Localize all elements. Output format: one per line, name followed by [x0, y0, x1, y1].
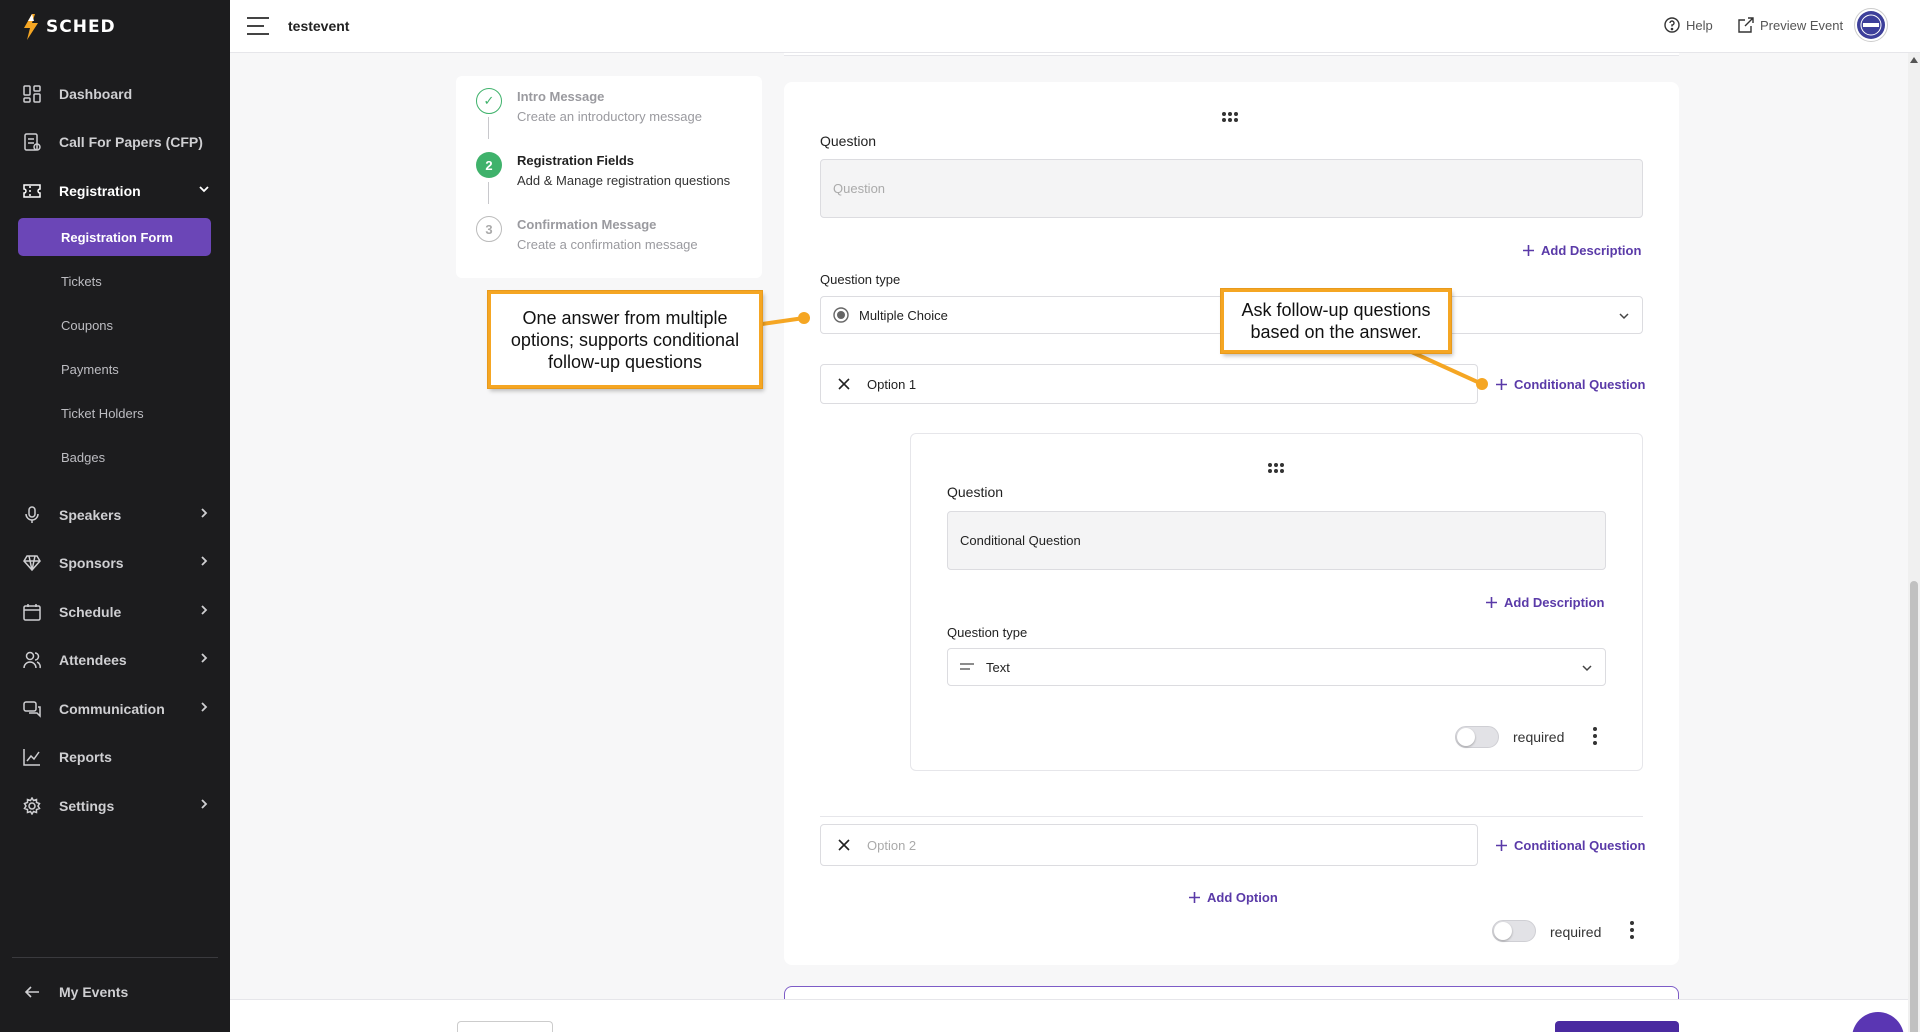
scrollbar[interactable]: [1908, 53, 1920, 1032]
callout-pointer-dot: [1476, 378, 1488, 390]
back-button[interactable]: [457, 1021, 553, 1032]
callout-conditional: Ask follow-up questions based on the ans…: [1221, 289, 1451, 353]
callout-multiple-choice: One answer from multiple options; suppor…: [488, 291, 762, 388]
callout-pointers: [761, 312, 1488, 390]
callout-pointer-dot: [798, 312, 810, 324]
scrollbar-thumb[interactable]: [1910, 581, 1918, 1032]
scroll-up-icon[interactable]: [1910, 57, 1918, 63]
save-button[interactable]: [1555, 1021, 1679, 1032]
